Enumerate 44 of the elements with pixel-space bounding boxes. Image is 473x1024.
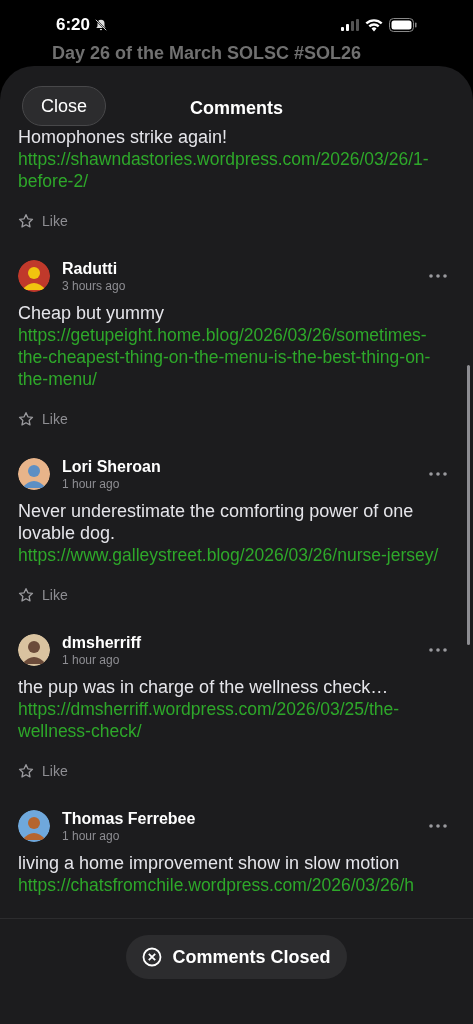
comment-link[interactable]: https://getupeight.home.blog/2026/03/26/sometimes-the-cheapest-thing-on-the-menu-is-the-best-thing-on-the-menu/ [18,324,455,390]
author-name[interactable]: Thomas Ferrebee [62,808,429,828]
comment-text: Homophones strike again! [18,126,229,148]
like-button[interactable]: Like [18,585,68,605]
more-options-icon[interactable] [429,648,447,652]
comments-closed-label: Comments Closed [172,945,331,969]
author-name[interactable]: dmsherriff [62,632,429,652]
star-icon [18,587,34,603]
comment-time: 3 hours ago [62,277,127,294]
like-button[interactable]: Like [18,211,68,231]
comment-text: living a home improvement show in slow motion [18,852,401,874]
comment-time: 1 hour ago [62,651,121,668]
comment-text: Cheap but yummy [18,302,166,324]
comment-link[interactable]: https://chatsfromchile.wordpress.com/2026/03/26/h [18,874,455,896]
closed-circle-icon [142,947,163,967]
comment-time: 1 hour ago [62,827,121,844]
post-title: Day 26 of the March SOLSC #SOL26 [52,43,362,63]
avatar [18,634,50,666]
status-time: 6:20 [56,14,91,37]
comment-text: Never underestimate the comforting power of one lovable dog. [18,500,415,544]
comment-link[interactable]: https://dmsherriff.wordpress.com/2026/03/25/the-wellness-check/ [18,698,455,742]
comment-link[interactable]: https://shawndastories.wordpress.com/2026/03/26/1-before-2/ [18,148,455,192]
more-options-icon[interactable] [429,824,447,828]
close-button[interactable]: Close [22,86,106,126]
avatar [18,458,50,490]
avatar [18,810,50,842]
like-button[interactable]: Like [18,409,68,429]
sheet-title: Comments [190,97,283,120]
author-name[interactable]: Radutti [62,258,429,278]
battery-icon [389,18,417,32]
avatar [18,260,50,292]
like-button[interactable]: Like [18,761,68,781]
comment-text: the pup was in charge of the wellness check… [18,676,390,698]
star-icon [18,763,34,779]
comment-link[interactable]: https://www.galleystreet.blog/2026/03/26/nurse-jersey/ [18,544,455,566]
star-icon [18,213,34,229]
signal-icon [341,19,359,31]
more-options-icon[interactable] [429,274,447,278]
muted-bell-icon [94,18,109,32]
star-icon [18,411,34,427]
more-options-icon[interactable] [429,472,447,476]
author-name[interactable]: Lori Sheroan [62,456,429,476]
comment-time: 1 hour ago [62,475,121,492]
wifi-icon [365,18,383,32]
